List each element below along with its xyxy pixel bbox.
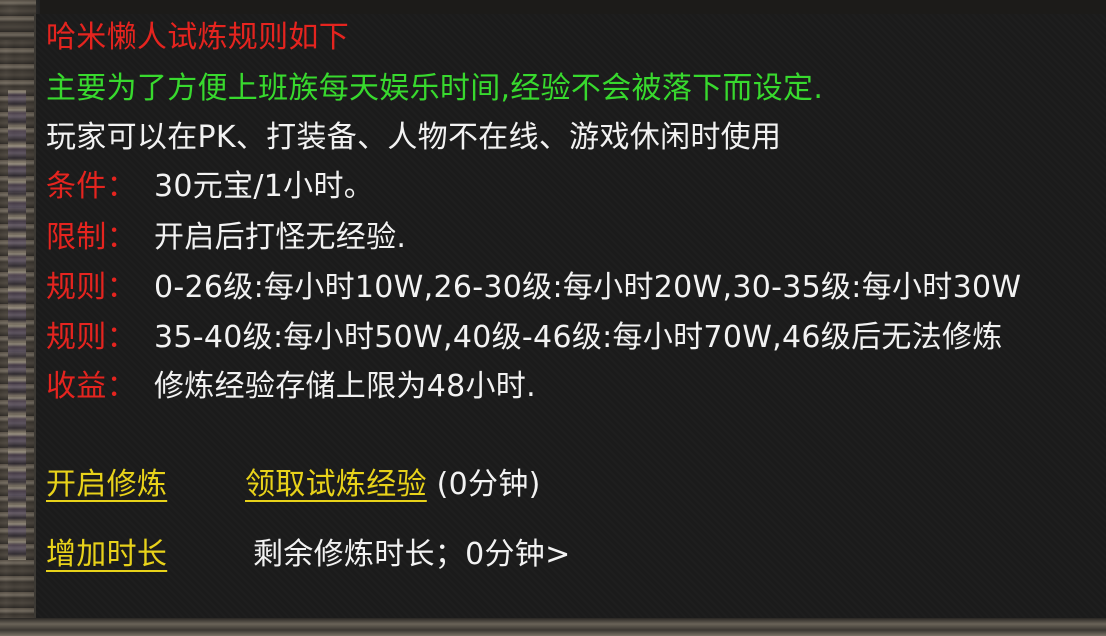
panel-subtitle: 主要为了方便上班族每天娱乐时间,经验不会被落下而设定. <box>46 71 824 106</box>
action-row-2: 增加时长 <box>46 536 167 574</box>
rule-label: 收益： <box>46 369 137 404</box>
frame-left-border <box>0 0 36 636</box>
rule-row-limit: 限制： 开启后打怪无经验. <box>46 219 406 257</box>
remaining-time-text: 剩余修炼时长；0分钟> <box>253 537 571 572</box>
frame-bottom-border <box>0 618 1106 636</box>
rule-text: 0-26级:每小时10W,26-30级:每小时20W,30-35级:每小时30W <box>154 270 1022 305</box>
rule-row-rule-1: 规则： 0-26级:每小时10W,26-30级:每小时20W,30-35级:每小时… <box>46 269 1021 307</box>
claim-training-exp-link[interactable]: 领取试炼经验 <box>245 467 427 502</box>
rule-label: 条件： <box>46 169 137 204</box>
panel-title: 哈米懒人试炼规则如下 <box>46 20 349 55</box>
usage-description: 玩家可以在PK、打装备、人物不在线、游戏休闲时使用 <box>46 120 782 155</box>
rule-text: 修炼经验存储上限为48小时. <box>154 369 536 404</box>
rule-row-condition: 条件： 30元宝/1小时。 <box>46 168 374 206</box>
rule-label: 规则： <box>46 320 137 355</box>
add-time-link[interactable]: 增加时长 <box>46 537 167 572</box>
action-row-1: 开启修炼 <box>46 466 167 504</box>
claim-exp-status: (0分钟) <box>436 467 541 502</box>
rule-label: 规则： <box>46 270 137 305</box>
claim-exp-row: 领取试炼经验 (0分钟) <box>245 466 541 504</box>
rule-label: 限制： <box>46 220 137 255</box>
rule-text: 35-40级:每小时50W,40级-46级:每小时70W,46级后无法修炼 <box>154 320 1003 355</box>
rule-text: 开启后打怪无经验. <box>154 220 407 255</box>
rule-text: 30元宝/1小时。 <box>154 169 375 204</box>
rule-row-benefit: 收益： 修炼经验存储上限为48小时. <box>46 368 536 406</box>
frame-left-decoration <box>8 90 26 560</box>
start-training-link[interactable]: 开启修炼 <box>46 467 167 502</box>
rule-row-rule-2: 规则： 35-40级:每小时50W,40级-46级:每小时70W,46级后无法修炼 <box>46 319 1003 357</box>
